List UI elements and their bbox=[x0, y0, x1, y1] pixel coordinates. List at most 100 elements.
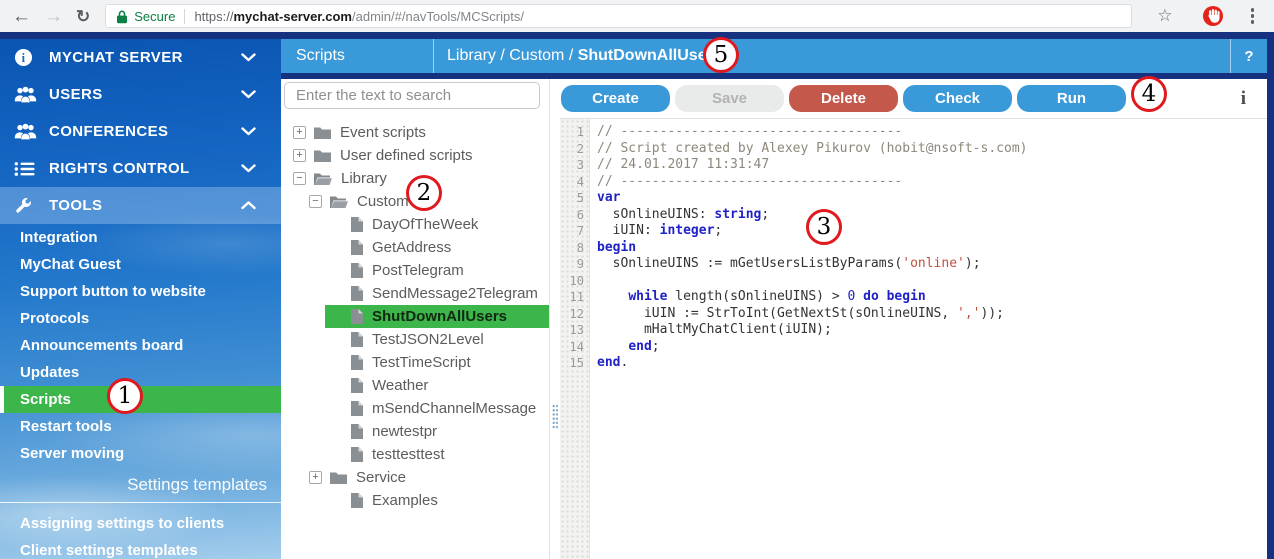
scripts-tree-panel: +Event scripts+User defined scripts−Libr… bbox=[281, 79, 550, 559]
tree-item-getaddress[interactable]: GetAddress bbox=[325, 236, 549, 259]
folder-closed-icon bbox=[314, 149, 331, 162]
delete-button[interactable]: Delete bbox=[789, 85, 898, 112]
check-button[interactable]: Check bbox=[903, 85, 1012, 112]
info-icon: i bbox=[14, 48, 40, 67]
url-scheme: https:// bbox=[194, 9, 233, 24]
tree-item-label: TestTimeScript bbox=[372, 354, 471, 371]
info-icon[interactable]: i bbox=[1241, 88, 1246, 110]
tree-item-label: SendMessage2Telegram bbox=[372, 285, 538, 302]
main-area: Scripts Library / Custom / ShutDownAllUs… bbox=[281, 39, 1274, 559]
tree-item-testtesttest[interactable]: testtesttest bbox=[325, 443, 549, 466]
tree-item-weather[interactable]: Weather bbox=[325, 374, 549, 397]
sidebar-item-integration[interactable]: Integration bbox=[0, 224, 281, 251]
code-line bbox=[597, 273, 1267, 290]
code-token bbox=[855, 289, 863, 304]
sidebar-item-updates[interactable]: Updates bbox=[0, 359, 281, 386]
code-token: // 24.01.2017 11:31:47 bbox=[597, 157, 769, 172]
address-bar[interactable]: Secure https://mychat-server.com/admin/#… bbox=[105, 4, 1132, 28]
browser-toolbar: ← → ↻ Secure https://mychat-server.com/a… bbox=[0, 0, 1274, 32]
sidebar-section-conferences[interactable]: CONFERENCES bbox=[0, 113, 281, 150]
code-token: ; bbox=[761, 207, 769, 222]
tree-item-testtimescript[interactable]: TestTimeScript bbox=[325, 351, 549, 374]
collapse-toggle-icon[interactable]: − bbox=[293, 172, 306, 185]
code-token: length(sOnlineUINS) > bbox=[667, 289, 847, 304]
line-number: 5 bbox=[560, 190, 589, 207]
annotation-marker-2: 2 bbox=[406, 175, 442, 211]
tree-item-service[interactable]: +Service bbox=[309, 466, 549, 489]
folder-closed-icon bbox=[314, 126, 331, 139]
line-number: 14 bbox=[560, 339, 589, 356]
code-token: iUIN: bbox=[597, 223, 660, 238]
search-input[interactable] bbox=[284, 82, 540, 109]
expand-toggle-icon[interactable]: + bbox=[293, 126, 306, 139]
tree-item-label: User defined scripts bbox=[340, 147, 473, 164]
url-path: /admin/#/navTools/MCScripts/ bbox=[352, 9, 524, 24]
line-number: 12 bbox=[560, 306, 589, 323]
users-icon bbox=[14, 86, 40, 103]
sidebar-template-items: Assigning settings to clientsClient sett… bbox=[0, 510, 281, 559]
code-line: iUIN := StrToInt(GetNextSt(sOnlineUINS, … bbox=[597, 306, 1267, 323]
bookmark-star-icon[interactable]: ☆ bbox=[1157, 6, 1172, 26]
back-icon[interactable]: ← bbox=[12, 7, 31, 26]
code-token: iUIN := StrToInt(GetNextSt(sOnlineUINS, bbox=[597, 306, 957, 321]
sidebar-item-announcements-board[interactable]: Announcements board bbox=[0, 332, 281, 359]
code-token: ; bbox=[714, 223, 722, 238]
code-token: // ------------------------------------ bbox=[597, 174, 902, 189]
tree-item-label: newtestpr bbox=[372, 423, 437, 440]
chevron-down-icon bbox=[241, 53, 267, 62]
code-token bbox=[879, 289, 887, 304]
refresh-icon[interactable]: ↻ bbox=[76, 8, 90, 25]
code-line: begin bbox=[597, 240, 1267, 257]
tree-item-newtestpr[interactable]: newtestpr bbox=[325, 420, 549, 443]
browser-menu-icon[interactable] bbox=[1243, 4, 1263, 28]
sidebar-item-client-settings-templates[interactable]: Client settings templates bbox=[0, 537, 281, 559]
line-number: 4 bbox=[560, 174, 589, 191]
collapse-toggle-icon[interactable]: − bbox=[309, 195, 322, 208]
line-number: 6 bbox=[560, 207, 589, 224]
lock-icon[interactable] bbox=[116, 9, 128, 24]
sidebar-item-support-button-to-website[interactable]: Support button to website bbox=[0, 278, 281, 305]
help-button[interactable]: ? bbox=[1230, 39, 1267, 73]
sidebar-item-restart-tools[interactable]: Restart tools bbox=[0, 413, 281, 440]
run-button[interactable]: Run bbox=[1017, 85, 1126, 112]
code-token: mHaltMyChatClient(iUIN); bbox=[597, 322, 832, 337]
line-number: 8 bbox=[560, 240, 589, 257]
code-area[interactable]: // ------------------------------------ /… bbox=[590, 119, 1267, 559]
splitter-grip-icon[interactable] bbox=[552, 404, 558, 430]
sidebar-section-tools[interactable]: TOOLS bbox=[0, 187, 281, 224]
tree-item-label: TestJSON2Level bbox=[372, 331, 484, 348]
create-button[interactable]: Create bbox=[561, 85, 670, 112]
expand-toggle-icon[interactable]: + bbox=[309, 471, 322, 484]
file-icon bbox=[351, 263, 363, 278]
sidebar-section-mychat-server[interactable]: iMYCHAT SERVER bbox=[0, 39, 281, 76]
tree-item-label: PostTelegram bbox=[372, 262, 464, 279]
tree-item-event-scripts[interactable]: + Event scripts bbox=[293, 121, 549, 144]
extension-hand-icon[interactable] bbox=[1202, 5, 1224, 27]
tree-item-msendchannelmessage[interactable]: mSendChannelMessage bbox=[325, 397, 549, 420]
code-line: sOnlineUINS: string; bbox=[597, 207, 1267, 224]
expand-toggle-icon[interactable]: + bbox=[293, 149, 306, 162]
tree-item-posttelegram[interactable]: PostTelegram bbox=[325, 259, 549, 282]
tree-item-examples[interactable]: Examples bbox=[325, 489, 549, 512]
sidebar-item-protocols[interactable]: Protocols bbox=[0, 305, 281, 332]
tree-item-label: Custom bbox=[357, 193, 409, 210]
sidebar-section-users[interactable]: USERS bbox=[0, 76, 281, 113]
sidebar-section-rights-control[interactable]: RIGHTS CONTROL bbox=[0, 150, 281, 187]
tree-item-user-defined-scripts[interactable]: + User defined scripts bbox=[293, 144, 549, 167]
code-token: integer bbox=[660, 223, 715, 238]
folder-open-icon bbox=[314, 172, 332, 185]
sidebar-item-server-moving[interactable]: Server moving bbox=[0, 440, 281, 467]
chevron-down-icon bbox=[241, 127, 267, 136]
forward-icon[interactable]: → bbox=[44, 7, 63, 26]
tree-item-testjson2level[interactable]: TestJSON2Level bbox=[325, 328, 549, 351]
content-area: +Event scripts+User defined scripts−Libr… bbox=[281, 79, 1267, 559]
annotation-marker-3: 3 bbox=[806, 209, 842, 245]
tree-item-label: Event scripts bbox=[340, 124, 426, 141]
tree-item-shutdownallusers[interactable]: ShutDownAllUsers bbox=[325, 305, 549, 328]
code-token: . bbox=[620, 355, 628, 370]
sidebar-item-assigning-settings-to-clients[interactable]: Assigning settings to clients bbox=[0, 510, 281, 537]
tree-item-dayoftheweek[interactable]: DayOfTheWeek bbox=[325, 213, 549, 236]
tree-item-sendmessage2telegram[interactable]: SendMessage2Telegram bbox=[325, 282, 549, 305]
sidebar-item-mychat-guest[interactable]: MyChat Guest bbox=[0, 251, 281, 278]
save-button[interactable]: Save bbox=[675, 85, 784, 112]
